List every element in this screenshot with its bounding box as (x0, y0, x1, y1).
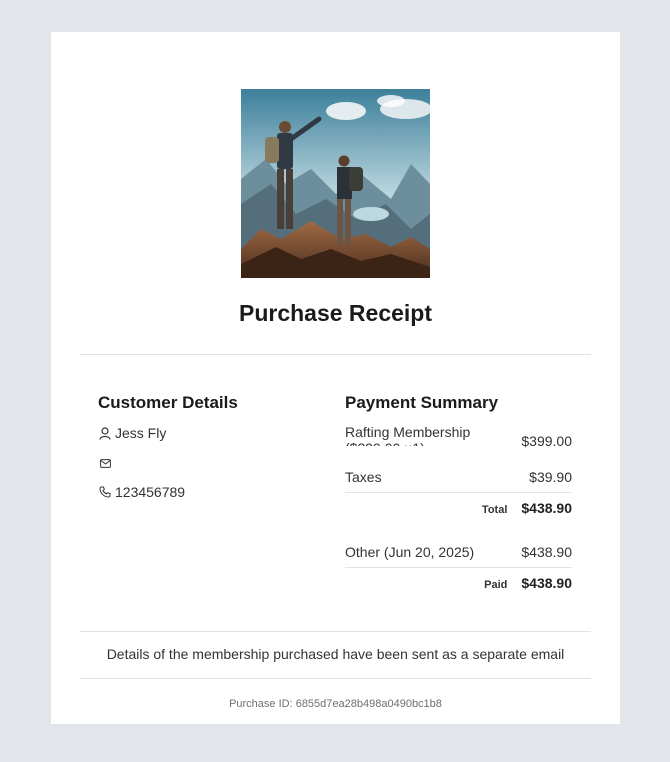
payment-row: Other (Jun 20, 2025) $438.90 (345, 544, 572, 560)
payment-summary: Rafting Membership ($399.00 ×1) $399.00 … (345, 32, 572, 724)
paid-label: Paid (484, 579, 508, 591)
person-icon (98, 426, 112, 440)
customer-details-heading: Customer Details (98, 393, 238, 412)
line-item-label: Rafting Membership ($399.00 ×1) (345, 424, 471, 446)
customer-email-row (98, 456, 115, 470)
paid-value: $438.90 (521, 575, 572, 591)
payment-amount: $438.90 (521, 544, 572, 560)
line-item-amount: $39.90 (529, 469, 572, 485)
footer-divider-top (80, 631, 591, 632)
total-divider (345, 492, 572, 493)
phone-icon (98, 485, 112, 499)
line-item-label: Taxes (345, 469, 382, 485)
receipt-card: Purchase Receipt Customer Details Jess F… (51, 32, 620, 724)
line-item: Taxes $39.90 (345, 469, 572, 485)
customer-phone-row: 123456789 (98, 484, 185, 500)
total-row: Total $438.90 (345, 500, 572, 516)
envelope-icon (98, 456, 112, 470)
customer-name-row: Jess Fly (98, 425, 166, 441)
paid-divider (345, 567, 572, 568)
total-label: Total (481, 504, 508, 516)
total-value: $438.90 (521, 500, 572, 516)
customer-phone: 123456789 (115, 484, 186, 500)
line-item-amount: $399.00 (521, 433, 572, 449)
footer-divider-bottom (80, 678, 591, 679)
email-note: Details of the membership purchased have… (106, 646, 565, 662)
customer-name: Jess Fly (115, 425, 167, 441)
line-item: Rafting Membership ($399.00 ×1) $399.00 (345, 424, 572, 449)
paid-row: Paid $438.90 (345, 575, 572, 591)
purchase-id: Purchase ID: 6855d7ea28b498a0490bc1b8 (229, 698, 442, 710)
payment-label: Other (Jun 20, 2025) (345, 544, 475, 560)
